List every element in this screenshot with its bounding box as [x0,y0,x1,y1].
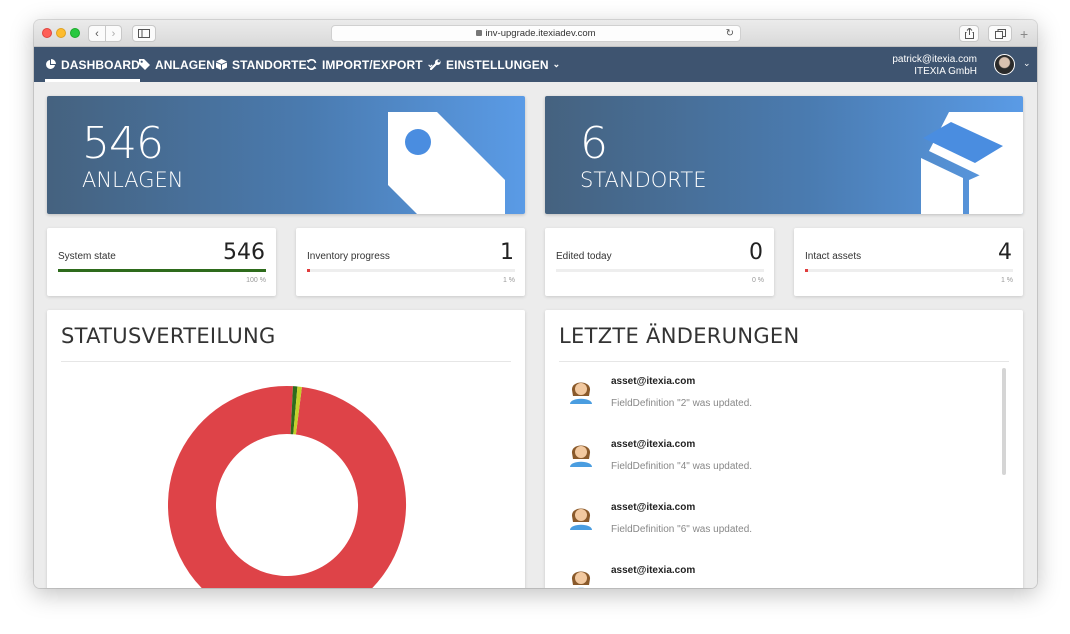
nav-anlagen[interactable]: ANLAGEN [139,47,215,82]
nav-einstellungen[interactable]: EINSTELLUNGEN ⌄ [430,47,560,82]
progress-fill [307,269,311,272]
nav-label: DASHBOARD [61,57,140,72]
stat-percent: 0 % [751,277,764,284]
feed-message: FieldDefinition "6" was updated. [611,524,753,535]
progress-fill [805,269,809,272]
wrench-icon [430,59,441,70]
feed-message: FieldDefinition "2" was updated. [611,398,753,409]
standorte-summary-card[interactable]: 6 STANDORTE [545,96,1023,214]
tabs-overview-button[interactable] [988,25,1012,42]
nav-label: IMPORT/EXPORT [322,57,423,72]
minimize-window-button[interactable] [56,28,66,38]
browser-window: ‹ › inv-upgrade.itexiadev.com ↻ + DASHBO… [34,20,1037,588]
chevron-right-icon: › [111,27,116,40]
status-donut-chart[interactable] [167,385,407,588]
share-button[interactable] [959,25,979,42]
nav-dashboard[interactable]: DASHBOARD [45,47,140,82]
feed-scrollbar[interactable] [1002,368,1006,475]
nav-label: ANLAGEN [155,57,216,72]
plus-icon: + [1020,26,1029,42]
user-company: ITEXIA GmbH [914,66,977,77]
stat-card-inventory-progress: Inventory progress 1 1 % [296,228,525,296]
progress-fill [58,269,266,272]
stat-value: 546 [223,240,265,265]
feed-item[interactable]: asset@itexia.com FieldDefinition "2" was… [559,370,979,420]
stat-value: 0 [749,240,763,265]
user-avatar-icon [570,445,592,467]
donut-slice[interactable] [168,386,406,588]
feed-user: asset@itexia.com [611,502,696,513]
nav-label: STANDORTE [232,57,307,72]
feed-message: FieldDefinition "4" was updated. [611,461,753,472]
stat-card-intact-assets: Intact assets 4 1 % [794,228,1023,296]
stat-card-system-state: System state 546 100 % [47,228,276,296]
back-button[interactable]: ‹ [88,25,105,42]
user-info[interactable]: patrick@itexia.com ITEXIA GmbH [892,54,977,78]
stat-percent: 1 % [1000,277,1013,284]
anlagen-count: 546 [82,118,164,169]
feed-user: asset@itexia.com [611,439,696,450]
stat-card-edited-today: Edited today 0 0 % [545,228,774,296]
nav-import-export[interactable]: IMPORT/EXPORT ⌄ [306,47,434,82]
recent-changes-panel: LETZTE ÄNDERUNGEN asset@itexia.com Field… [545,310,1023,588]
progress-track [307,269,515,272]
url-text: inv-upgrade.itexiadev.com [485,28,596,39]
chevron-down-icon[interactable]: ⌄ [1023,58,1031,69]
progress-track [556,269,764,272]
stat-label: Intact assets [805,251,862,262]
tabs-icon [994,28,1006,39]
tag-icon [139,59,150,70]
browser-titlebar: ‹ › inv-upgrade.itexiadev.com ↻ + [34,20,1037,47]
stat-label: System state [58,251,116,262]
anlagen-label: ANLAGEN [82,168,184,192]
progress-track [805,269,1013,272]
feed-item[interactable]: asset@itexia.com [559,559,979,588]
status-distribution-panel: STATUSVERTEILUNG [47,310,525,588]
maximize-window-button[interactable] [70,28,80,38]
feed-item[interactable]: asset@itexia.com FieldDefinition "6" was… [559,496,979,546]
address-bar[interactable]: inv-upgrade.itexiadev.com ↻ [331,25,741,42]
pie-chart-icon [45,59,56,70]
user-email: patrick@itexia.com [892,54,977,65]
new-tab-button[interactable]: + [1020,26,1028,42]
divider [559,361,1009,362]
stat-label: Edited today [556,251,612,262]
user-avatar-icon [570,382,592,404]
stat-value: 1 [500,240,514,265]
user-avatar-icon [570,508,592,530]
panel-title: STATUSVERTEILUNG [61,324,276,348]
divider [61,361,511,362]
chevron-left-icon: ‹ [95,27,99,40]
app-navbar: DASHBOARD ANLAGEN STANDORTE IMPORT/EXPOR… [34,47,1037,82]
progress-track [58,269,266,272]
stat-percent: 100 % [246,277,266,284]
feed-user: asset@itexia.com [611,565,696,576]
cube-icon [216,59,227,70]
user-avatar-icon [571,571,591,588]
sidebar-toggle-button[interactable] [132,25,156,42]
standorte-count: 6 [580,118,608,169]
nav-standorte[interactable]: STANDORTE [216,47,307,82]
tag-icon [388,112,505,214]
feed-user: asset@itexia.com [611,376,696,387]
user-avatar[interactable] [994,54,1015,75]
standorte-label: STANDORTE [580,168,707,192]
nav-label: EINSTELLUNGEN [446,57,549,72]
close-window-button[interactable] [42,28,52,38]
panel-title: LETZTE ÄNDERUNGEN [559,324,800,348]
share-icon [964,28,974,39]
reload-icon[interactable]: ↻ [726,26,734,41]
forward-button[interactable]: › [105,25,122,42]
sidebar-icon [138,29,150,38]
stat-label: Inventory progress [307,251,390,262]
feed-item[interactable]: asset@itexia.com FieldDefinition "4" was… [559,433,979,483]
chevron-down-icon: ⌄ [552,59,561,69]
anlagen-summary-card[interactable]: 546 ANLAGEN [47,96,525,214]
stat-value: 4 [998,240,1012,265]
stat-percent: 1 % [502,277,515,284]
lock-icon [476,30,483,36]
cube-icon [921,112,1023,214]
sync-icon [306,59,317,70]
dashboard-content: 546 ANLAGEN 6 STANDORTE System state 546… [34,82,1037,588]
